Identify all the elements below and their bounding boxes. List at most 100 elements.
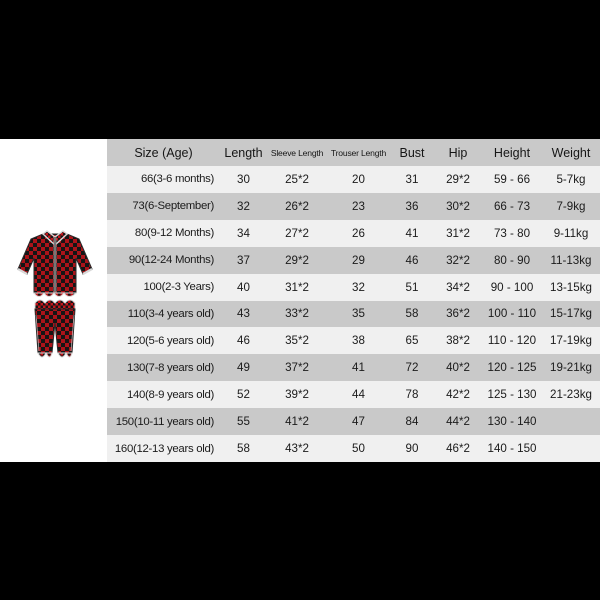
cell-height: 140 - 150 (487, 442, 537, 456)
cell-size-age: 73(6-September) (132, 200, 214, 213)
table-row: 73(6-September) 32 26*2 23 36 30*2 66 - … (107, 192, 600, 220)
cell-sleeve-length: 39*2 (285, 388, 309, 402)
cell-trouser-length: 20 (352, 172, 365, 186)
cell-trouser-length: 38 (352, 334, 365, 348)
column-header-sleeve-length: Sleeve Length (270, 147, 324, 158)
cell-hip: 44*2 (446, 415, 470, 429)
cell-height: 110 - 120 (487, 334, 537, 348)
cell-weight: 11-13kg (550, 253, 592, 267)
cell-length: 32 (237, 199, 250, 213)
column-header-bust: Bust (399, 145, 425, 160)
table-row: 100(2-3 Years) 40 31*2 32 51 34*2 90 - 1… (107, 273, 600, 301)
cell-bust: 72 (405, 361, 419, 375)
cell-bust: 78 (405, 388, 419, 402)
cell-sleeve-length: 43*2 (285, 442, 309, 456)
cell-length: 52 (237, 388, 250, 402)
cell-height: 73 - 80 (493, 226, 531, 240)
cell-trouser-length: 32 (352, 280, 365, 294)
table-row: 90(12-24 Months) 37 29*2 29 46 32*2 80 -… (107, 246, 600, 274)
size-chart-panel: Size (Age) Length Sleeve Length Trouser … (0, 139, 600, 462)
cell-size-age: 90(12-24 Months) (128, 254, 214, 267)
cell-trouser-length: 35 (352, 307, 365, 321)
cell-height: 59 - 66 (493, 172, 531, 186)
cell-sleeve-length: 26*2 (285, 199, 309, 213)
cell-trouser-length: 47 (352, 415, 365, 429)
cell-bust: 36 (405, 199, 419, 213)
cell-weight: 13-15kg (550, 280, 592, 294)
column-header-hip: Hip (448, 145, 468, 160)
table-row: 160(12-13 years old) 58 43*2 50 90 46*2 … (107, 435, 600, 462)
column-header-trouser-length: Trouser Length (330, 147, 387, 158)
cell-size-age: 66(3-6 months) (140, 173, 214, 186)
cell-sleeve-length: 37*2 (285, 361, 309, 375)
cell-length: 34 (237, 226, 250, 240)
cell-hip: 30*2 (446, 199, 470, 213)
cell-sleeve-length: 31*2 (285, 280, 309, 294)
cell-bust: 90 (405, 442, 419, 456)
cell-weight (542, 435, 600, 462)
cell-weight (542, 408, 600, 435)
cell-trouser-length: 50 (352, 442, 365, 456)
pajama-top (17, 230, 93, 297)
cell-height: 125 - 130 (487, 388, 537, 402)
screenshot-canvas: Size (Age) Length Sleeve Length Trouser … (0, 0, 600, 600)
cell-height: 130 - 140 (487, 415, 537, 429)
cell-size-age: 100(2-3 Years) (143, 281, 214, 294)
cell-weight: 15-17kg (550, 307, 592, 321)
cell-hip: 29*2 (446, 172, 470, 186)
cell-trouser-length: 44 (352, 388, 365, 402)
cell-hip: 32*2 (446, 253, 470, 267)
cell-height: 66 - 73 (493, 199, 531, 213)
cell-sleeve-length: 35*2 (285, 334, 309, 348)
cell-size-age: 140(8-9 years old) (126, 388, 214, 401)
cell-weight: 19-21kg (550, 361, 592, 375)
cell-length: 43 (237, 307, 250, 321)
table-row: 110(3-4 years old) 43 33*2 35 58 36*2 10… (107, 300, 600, 328)
cell-weight: 5-7kg (556, 172, 586, 186)
cell-hip: 46*2 (446, 442, 470, 456)
table-row: 120(5-6 years old) 46 35*2 38 65 38*2 11… (107, 327, 600, 355)
column-header-size-age: Size (Age) (134, 145, 193, 160)
table-row: 150(10-11 years old) 55 41*2 47 84 44*2 … (107, 408, 600, 436)
cell-hip: 38*2 (446, 334, 470, 348)
cell-size-age: 130(7-8 years old) (126, 361, 214, 374)
cell-trouser-length: 41 (352, 361, 365, 375)
cell-trouser-length: 29 (352, 253, 365, 267)
column-header-height: Height (493, 145, 531, 160)
cell-length: 55 (237, 415, 250, 429)
cell-bust: 31 (405, 172, 419, 186)
cell-bust: 46 (405, 253, 419, 267)
cell-size-age: 160(12-13 years old) (114, 442, 214, 455)
cell-size-age: 80(9-12 Months) (134, 227, 214, 240)
table-row: 140(8-9 years old) 52 39*2 44 78 42*2 12… (107, 381, 600, 409)
table-header-row: Size (Age) Length Sleeve Length Trouser … (107, 139, 600, 166)
column-header-weight: Weight (551, 145, 591, 160)
plaid-pajama-set-icon (17, 230, 93, 358)
cell-sleeve-length: 27*2 (285, 226, 309, 240)
cell-weight: 17-19kg (550, 334, 592, 348)
cell-bust: 58 (405, 307, 419, 321)
cell-height: 80 - 90 (493, 253, 531, 267)
cell-sleeve-length: 41*2 (285, 415, 309, 429)
cell-length: 30 (237, 172, 250, 186)
cell-weight: 21-23kg (550, 388, 592, 402)
cell-height: 90 - 100 (490, 280, 534, 294)
cell-weight: 7-9kg (556, 199, 586, 213)
cell-weight: 9-11kg (553, 226, 589, 240)
cell-hip: 42*2 (446, 388, 470, 402)
cell-size-age: 110(3-4 years old) (127, 307, 215, 320)
pajama-pants (34, 299, 76, 358)
cell-length: 40 (237, 280, 250, 294)
size-chart-table: Size (Age) Length Sleeve Length Trouser … (107, 139, 600, 462)
cell-hip: 34*2 (446, 280, 470, 294)
cell-bust: 65 (405, 334, 419, 348)
cell-size-age: 120(5-6 years old) (126, 334, 214, 347)
table-row: 130(7-8 years old) 49 37*2 41 72 40*2 12… (107, 354, 600, 382)
cell-length: 46 (237, 334, 250, 348)
cell-height: 120 - 125 (487, 361, 537, 375)
cell-bust: 41 (405, 226, 419, 240)
cell-sleeve-length: 33*2 (285, 307, 309, 321)
cell-hip: 31*2 (446, 226, 470, 240)
table-row: 80(9-12 Months) 34 27*2 26 41 31*2 73 - … (107, 219, 600, 247)
cell-bust: 51 (405, 280, 419, 294)
